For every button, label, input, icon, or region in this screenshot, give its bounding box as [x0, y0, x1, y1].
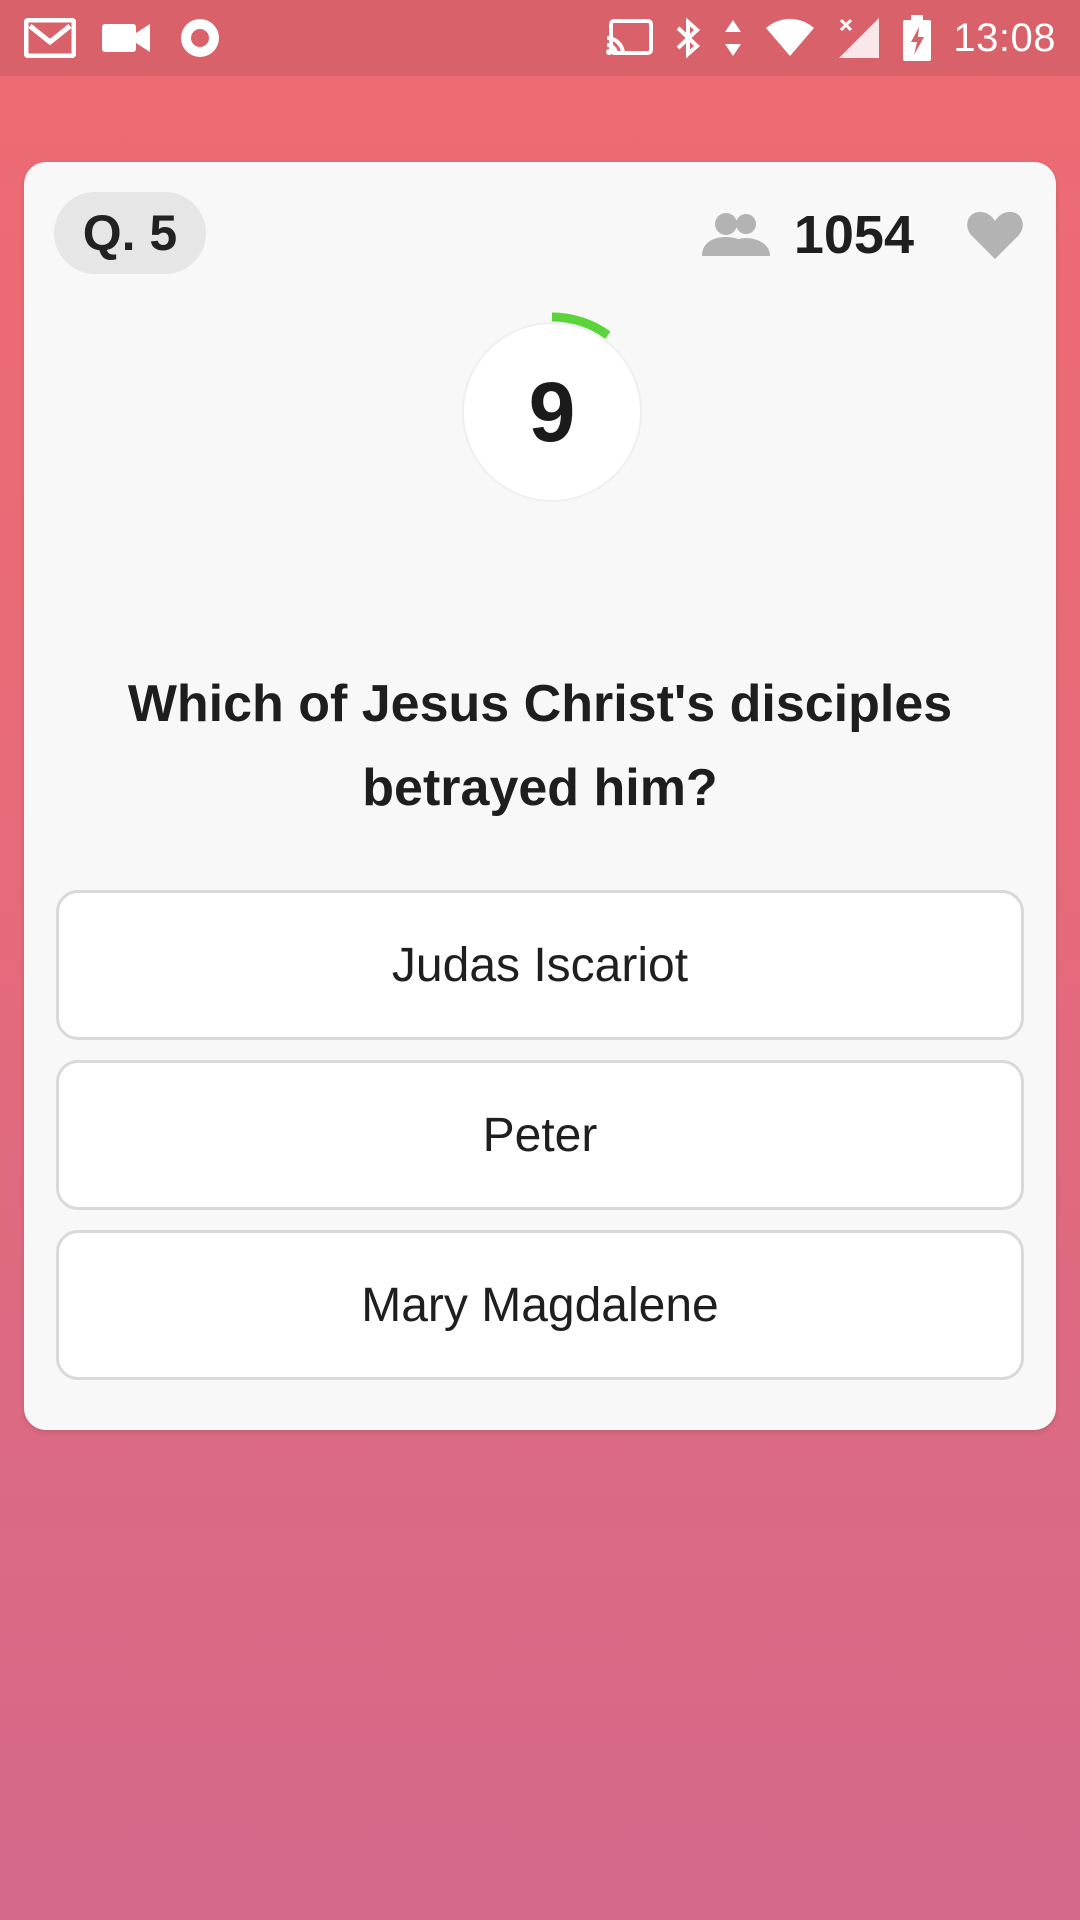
battery-charging-icon	[903, 15, 932, 61]
answer-option-2[interactable]: Peter	[56, 1060, 1024, 1210]
clock: 13:08	[953, 15, 1056, 60]
people-icon	[701, 212, 772, 258]
video-camera-icon	[102, 21, 152, 55]
status-bar: 13:08	[0, 0, 1080, 76]
countdown-timer: 9	[452, 312, 652, 512]
question-number-badge: Q. 5	[54, 192, 206, 274]
data-arrows-icon	[723, 18, 743, 58]
answer-option-3[interactable]: Mary Magdalene	[56, 1230, 1024, 1380]
answer-option-1[interactable]: Judas Iscariot	[56, 890, 1024, 1040]
player-count: 1054	[793, 205, 914, 265]
wifi-icon	[765, 18, 815, 58]
gmail-icon	[24, 18, 76, 58]
heart-icon[interactable]	[966, 209, 1024, 261]
question-text: Which of Jesus Christ's disciples betray…	[127, 675, 953, 817]
cast-icon	[605, 18, 654, 58]
player-count-group: 1054	[701, 200, 1024, 270]
timer-value: 9	[528, 364, 576, 459]
bluetooth-icon	[675, 16, 701, 60]
question-card: Q. 5 1054 9 Which of Jesus Christ's disc…	[24, 162, 1056, 1430]
record-icon	[178, 16, 222, 60]
signal-icon	[837, 16, 881, 60]
